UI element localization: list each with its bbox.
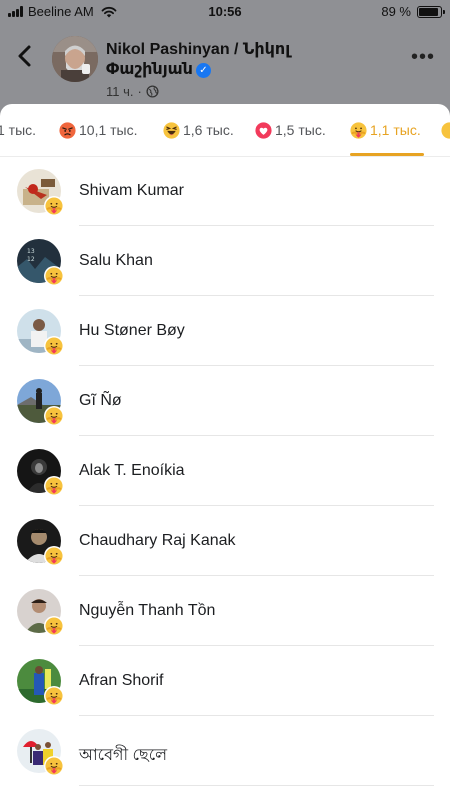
list-item[interactable]: Chaudhary Raj Kanak — [0, 506, 450, 576]
list-item[interactable]: Gĩ Ñø — [0, 366, 450, 436]
reaction-tabs: 1 тыс. 10,1 тыс. 1,6 тыс. 1,5 тыс. 1,1 т… — [0, 104, 450, 156]
reaction-badge — [44, 546, 64, 566]
care-reaction-icon — [45, 267, 63, 285]
row-divider — [79, 785, 434, 786]
post-header: Nikol Pashinyan / Նիկոլ Փաշինյան ✓ 11 ч. … — [0, 28, 450, 123]
reaction-badge — [44, 686, 64, 706]
reaction-badge — [44, 266, 64, 286]
author-avatar[interactable] — [52, 36, 98, 82]
post-time: 11 ч. — [106, 84, 134, 99]
reaction-badge — [44, 336, 64, 356]
battery-icon — [417, 5, 445, 18]
person-name[interactable]: Alak T. Enoíkia — [79, 462, 185, 480]
verified-badge-icon: ✓ — [195, 63, 211, 78]
tab-all-partial[interactable]: 1 тыс. — [0, 104, 36, 156]
status-right: 89 % — [381, 4, 445, 19]
tab-more-partial[interactable] — [441, 104, 450, 156]
reaction-badge — [44, 756, 64, 776]
author-name-line1: Nikol Pashinyan / Նիկոլ — [106, 41, 291, 58]
person-name[interactable]: Shivam Kumar — [79, 182, 184, 200]
list-item[interactable]: আবেগী ছেলে — [0, 716, 450, 786]
post-meta: 11 ч. · — [106, 84, 159, 99]
tab-count: 1 тыс. — [0, 122, 37, 138]
reaction-badge — [44, 476, 64, 496]
tab-count: 1,6 тыс. — [183, 122, 234, 138]
battery-percent: 89 % — [381, 4, 411, 19]
list-item[interactable]: Nguyễn Thanh Tồn — [0, 576, 450, 646]
person-name[interactable]: Salu Khan — [79, 252, 153, 270]
svg-text:12: 12 — [27, 256, 35, 263]
status-bar: Beeline AM 10:56 89 % — [0, 0, 450, 24]
tab-haha[interactable]: 1,6 тыс. — [163, 104, 234, 156]
author-photo — [52, 36, 98, 82]
love-reaction-icon — [255, 121, 272, 139]
haha-reaction-icon — [163, 121, 180, 139]
care-reaction-icon — [45, 687, 63, 705]
svg-text:13: 13 — [27, 248, 35, 255]
care-reaction-icon — [45, 757, 63, 775]
list-item[interactable]: Shivam Kumar — [0, 156, 450, 226]
reaction-badge — [44, 196, 64, 216]
reaction-badge — [44, 616, 64, 636]
care-reaction-icon — [45, 477, 63, 495]
reactors-list: Shivam Kumar 13 12 Salu Khan Hu Støner Bøy Gĩ… — [0, 156, 450, 786]
tab-count: 10,1 тыс. — [79, 122, 138, 138]
tab-angry[interactable]: 10,1 тыс. — [59, 104, 138, 156]
battery-level — [419, 7, 438, 16]
ellipsis-icon[interactable]: ••• — [411, 46, 435, 69]
list-item[interactable]: Afran Shorif — [0, 646, 450, 716]
person-name[interactable]: Afran Shorif — [79, 672, 163, 690]
meta-separator: · — [137, 84, 142, 99]
globe-icon — [146, 85, 159, 98]
author-name[interactable]: Nikol Pashinyan / Նիկոլ Փաշինյան ✓ — [106, 40, 406, 80]
care-reaction-icon — [350, 121, 367, 139]
person-name[interactable]: Hu Støner Bøy — [79, 322, 185, 340]
person-name[interactable]: আবেগী ছেলে — [79, 742, 167, 769]
reaction-badge — [44, 406, 64, 426]
care-reaction-icon — [45, 337, 63, 355]
person-name[interactable]: Gĩ Ñø — [79, 392, 122, 410]
reaction-icon — [441, 121, 450, 139]
list-item[interactable]: Hu Støner Bøy — [0, 296, 450, 366]
tab-count: 1,1 тыс. — [370, 122, 421, 138]
tab-count: 1,5 тыс. — [275, 122, 326, 138]
tab-care[interactable]: 1,1 тыс. — [350, 104, 421, 156]
list-item[interactable]: 13 12 Salu Khan — [0, 226, 450, 296]
care-reaction-icon — [45, 407, 63, 425]
person-name[interactable]: Nguyễn Thanh Tồn — [79, 602, 215, 620]
angry-reaction-icon — [59, 121, 76, 139]
author-name-line2: Փաշինյան — [106, 61, 193, 78]
care-reaction-icon — [45, 197, 63, 215]
care-reaction-icon — [45, 547, 63, 565]
care-reaction-icon — [45, 617, 63, 635]
tab-love[interactable]: 1,5 тыс. — [255, 104, 326, 156]
list-item[interactable]: Alak T. Enoíkia — [0, 436, 450, 506]
chevron-left-icon[interactable] — [14, 44, 36, 68]
reactions-sheet: 1 тыс. 10,1 тыс. 1,6 тыс. 1,5 тыс. 1,1 т… — [0, 104, 450, 800]
person-name[interactable]: Chaudhary Raj Kanak — [79, 532, 236, 550]
